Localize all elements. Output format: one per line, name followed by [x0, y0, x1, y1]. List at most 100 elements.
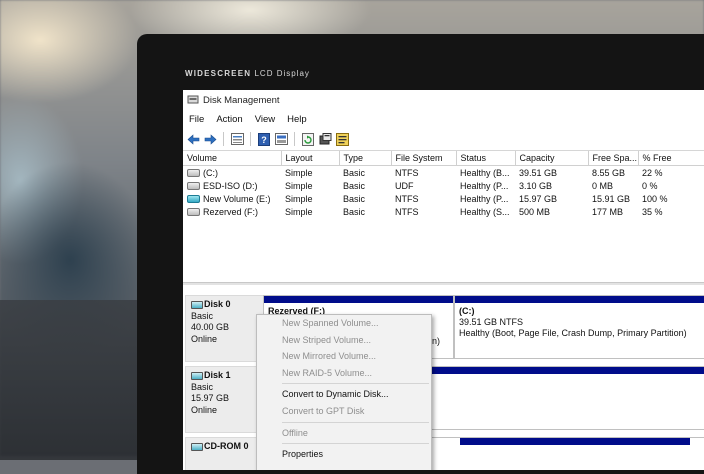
menu-action[interactable]: Action — [216, 114, 242, 125]
disk-management-window: Disk Management File Action View Help ? — [183, 90, 704, 470]
partition-info: (C:) 39.51 GB NTFS Healthy (Boot, Page F… — [455, 303, 704, 342]
menu-file[interactable]: File — [189, 114, 204, 125]
drive-icon — [187, 208, 200, 217]
partition-c[interactable]: (C:) 39.51 GB NTFS Healthy (Boot, Page F… — [454, 295, 704, 359]
volume-cell: ESD-ISO (D:) — [183, 179, 281, 192]
volume-list: Volume Layout Type File System Status Ca… — [183, 151, 704, 218]
partition-label: (C:) — [459, 306, 475, 316]
volume-list-header: Volume Layout Type File System Status Ca… — [183, 151, 704, 166]
menu-item-new-spanned-volume[interactable]: New Spanned Volume... — [257, 315, 431, 332]
title-bar: Disk Management — [183, 90, 704, 110]
menu-item-convert-to-dynamic-disk[interactable]: Convert to Dynamic Disk... — [257, 386, 431, 403]
menu-view[interactable]: View — [255, 114, 275, 125]
table-row[interactable]: ESD-ISO (D:) Simple Basic UDF Healthy (P… — [183, 179, 704, 192]
percent-free-cell: 22 % — [642, 167, 663, 178]
partition-status: n) — [432, 336, 441, 346]
help-icon[interactable]: ? — [257, 132, 271, 146]
menu-item-new-raid5-volume[interactable]: New RAID-5 Volume... — [257, 365, 431, 382]
volume-name: (C:) — [203, 167, 218, 178]
partition-bar — [264, 296, 453, 303]
menu-item-convert-to-gpt-disk[interactable]: Convert to GPT Disk — [257, 403, 431, 420]
toolbar-separator — [294, 132, 295, 146]
column-header-type[interactable]: Type — [339, 151, 392, 166]
disk-view-icon[interactable] — [274, 132, 288, 146]
free-space-cell: 177 MB — [592, 206, 624, 217]
column-header-percent-free[interactable]: % Free — [638, 151, 704, 166]
menu-item-new-striped-volume[interactable]: New Striped Volume... — [257, 332, 431, 349]
column-header-capacity[interactable]: Capacity — [515, 151, 589, 166]
menu-item-new-mirrored-volume[interactable]: New Mirrored Volume... — [257, 348, 431, 365]
free-space-cell: 8.55 GB — [592, 167, 626, 178]
file-system-cell: NTFS — [395, 193, 419, 204]
table-row[interactable]: Rezerved (F:) Simple Basic NTFS Healthy … — [183, 205, 704, 218]
refresh-icon[interactable] — [301, 132, 315, 146]
type-cell: Basic — [343, 206, 366, 217]
partition-bar — [455, 296, 704, 303]
capacity-cell: 500 MB — [519, 206, 551, 217]
properties-icon[interactable] — [335, 132, 349, 146]
volume-name: Rezerved (F:) — [203, 206, 259, 217]
menu-item-offline[interactable]: Offline — [257, 425, 431, 442]
type-cell: Basic — [343, 180, 366, 191]
table-row[interactable]: (C:) Simple Basic NTFS Healthy (B... 39.… — [183, 166, 704, 180]
free-space-cell: 15.91 GB — [592, 193, 631, 204]
status-cell: Healthy (P... — [460, 193, 509, 204]
capacity-cell: 39.51 GB — [519, 167, 558, 178]
disk-name: Disk 1 — [204, 370, 231, 380]
menu-separator — [282, 443, 429, 445]
table-row[interactable]: New Volume (E:) Simple Basic NTFS Health… — [183, 192, 704, 205]
column-header-status[interactable]: Status — [456, 151, 516, 166]
status-cell: Healthy (S... — [460, 206, 510, 217]
column-header-file-system[interactable]: File System — [391, 151, 457, 166]
partition-status: Healthy (Boot, Page File, Crash Dump, Pr… — [459, 328, 687, 338]
brand-rest: LCD Display — [254, 69, 310, 78]
layout-cell: Simple — [285, 167, 313, 178]
column-header-free-space[interactable]: Free Spa... — [588, 151, 639, 166]
brand-bold: WIDESCREEN — [185, 69, 252, 78]
menu-separator — [282, 421, 429, 423]
back-icon[interactable] — [186, 132, 200, 146]
disk-management-app-icon — [187, 95, 199, 104]
column-header-layout[interactable]: Layout — [281, 151, 340, 166]
partition-size: 39.51 GB NTFS — [459, 317, 524, 327]
percent-free-cell: 0 % — [642, 180, 658, 191]
disk-name: CD-ROM 0 — [204, 441, 249, 451]
forward-icon[interactable] — [203, 132, 217, 146]
percent-free-cell: 100 % — [642, 193, 668, 204]
list-view-icon[interactable] — [230, 132, 244, 146]
file-system-cell: NTFS — [395, 167, 419, 178]
volume-name: ESD-ISO (D:) — [203, 180, 258, 191]
menu-item-properties[interactable]: Properties — [257, 446, 431, 463]
layout-cell: Simple — [285, 206, 313, 217]
file-system-cell: NTFS — [395, 206, 419, 217]
drive-icon — [187, 169, 200, 178]
capacity-cell: 3.10 GB — [519, 180, 553, 191]
drive-icon — [187, 182, 200, 191]
toolbar-separator — [250, 132, 251, 146]
svg-text:?: ? — [261, 135, 267, 145]
capacity-cell: 15.97 GB — [519, 193, 558, 204]
window-title: Disk Management — [203, 94, 280, 106]
menu-help[interactable]: Help — [287, 114, 307, 125]
cd-rom-icon — [191, 442, 203, 451]
volume-cell: Rezerved (F:) — [183, 205, 281, 218]
volume-cell: New Volume (E:) — [183, 192, 281, 205]
menu-separator — [282, 383, 429, 385]
toolbar-separator — [223, 132, 224, 146]
rescan-icon[interactable] — [318, 132, 332, 146]
volume-cell: (C:) — [183, 166, 281, 180]
disk-name: Disk 0 — [204, 299, 231, 309]
file-system-cell: UDF — [395, 180, 414, 191]
type-cell: Basic — [343, 193, 366, 204]
column-header-volume[interactable]: Volume — [183, 151, 282, 166]
status-cell: Healthy (P... — [460, 180, 509, 191]
monitor-brand: WIDESCREEN LCD Display — [185, 69, 310, 78]
background-desk — [0, 300, 150, 460]
free-space-cell: 0 MB — [592, 180, 614, 191]
disk-context-menu: New Spanned Volume... New Striped Volume… — [256, 314, 432, 470]
status-cell: Healthy (B... — [460, 167, 510, 178]
pane-splitter[interactable] — [183, 282, 704, 285]
layout-cell: Simple — [285, 180, 313, 191]
disk-icon — [191, 371, 203, 380]
layout-cell: Simple — [285, 193, 313, 204]
